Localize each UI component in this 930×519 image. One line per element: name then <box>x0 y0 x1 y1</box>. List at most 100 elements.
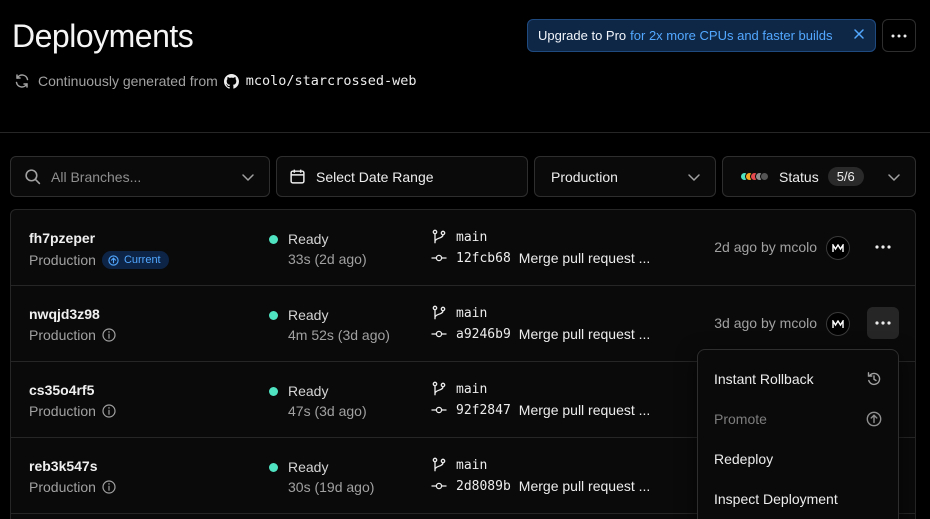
environment-select[interactable]: Production <box>534 156 716 197</box>
deployment-commit[interactable]: 12fcb68 Merge pull request ... <box>431 250 650 266</box>
git-branch-icon <box>432 381 446 396</box>
environment-label: Production <box>29 403 96 419</box>
upgrade-text: for 2x more CPUs and faster builds <box>630 28 833 43</box>
menu-item-label: Instant Rollback <box>714 371 814 387</box>
git-branch-icon <box>432 305 446 320</box>
deployment-id[interactable]: cs35o4rf5 <box>29 382 94 398</box>
user-logo-icon <box>832 319 844 328</box>
arrow-up-circle-icon <box>108 254 119 266</box>
deployment-status: Ready <box>269 459 328 475</box>
row-actions-button[interactable] <box>867 231 899 263</box>
source-label: Continuously generated from <box>38 73 218 89</box>
deployment-environment: Production <box>29 327 116 343</box>
branch-name: main <box>456 229 488 245</box>
commit-message: Merge pull request ... <box>518 326 651 342</box>
deployment-environment: Production Current <box>29 251 169 269</box>
deployment-branch[interactable]: main <box>431 457 487 473</box>
deployment-id[interactable]: fh7pzeper <box>29 230 95 246</box>
deployment-id[interactable]: reb3k547s <box>29 458 98 474</box>
close-icon[interactable] <box>852 27 866 41</box>
status-filter[interactable]: Status 5/6 <box>722 156 916 197</box>
date-range-picker[interactable]: Select Date Range <box>276 156 528 197</box>
menu-item-inspect-deployment[interactable]: Inspect Deployment <box>698 479 898 519</box>
deployment-id[interactable]: nwqjd3z98 <box>29 306 100 322</box>
deployment-row[interactable]: fh7pzeper Production Current Ready 33s (… <box>11 210 915 286</box>
commit-message: Merge pull request ... <box>518 478 651 494</box>
chevron-down-icon <box>242 174 254 182</box>
status-text: Ready <box>288 383 329 399</box>
deployment-duration: 47s (3d ago) <box>288 403 367 419</box>
deployment-commit[interactable]: 2d8089b Merge pull request ... <box>431 478 650 494</box>
menu-item-label: Redeploy <box>714 451 774 467</box>
date-range-label: Select Date Range <box>316 168 434 185</box>
chevron-down-icon <box>888 174 900 182</box>
status-count-badge: 5/6 <box>827 167 864 186</box>
deployment-status: Ready <box>269 231 328 247</box>
user-logo-icon <box>832 243 844 252</box>
commit-sha: 12fcb68 <box>456 250 511 266</box>
deployment-duration: 30s (19d ago) <box>288 479 375 495</box>
status-dots <box>740 172 769 181</box>
menu-item-label: Promote <box>714 411 767 427</box>
commit-sha: a9246b9 <box>456 326 511 342</box>
avatar <box>826 312 850 336</box>
deployment-status: Ready <box>269 307 328 323</box>
branch-name: main <box>456 457 488 473</box>
github-icon <box>223 73 239 89</box>
deployment-branch[interactable]: main <box>431 305 487 321</box>
deployment-age: 3d ago by mcolo <box>714 315 817 331</box>
git-branch-icon <box>432 229 446 244</box>
ready-dot <box>269 310 278 320</box>
deployment-duration: 33s (2d ago) <box>288 251 367 267</box>
source-line: Continuously generated from mcolo/starcr… <box>14 73 416 89</box>
row-actions-button[interactable] <box>867 307 899 339</box>
branch-name: main <box>456 305 488 321</box>
environment-label: Production <box>29 327 96 343</box>
environment-label: Production <box>29 479 96 495</box>
deployment-age: 2d ago by mcolo <box>714 239 817 255</box>
ready-dot <box>269 234 278 244</box>
menu-item-label: Inspect Deployment <box>714 491 838 507</box>
rollback-icon <box>867 372 881 386</box>
ellipsis-icon <box>875 245 891 249</box>
git-commit-icon <box>431 406 447 414</box>
info-icon[interactable] <box>102 480 116 494</box>
branch-name: main <box>456 381 488 397</box>
menu-item-promote[interactable]: Promote <box>698 399 898 439</box>
branch-search-input[interactable]: All Branches... <box>10 156 270 197</box>
ellipsis-icon <box>891 34 907 37</box>
info-icon[interactable] <box>102 328 116 342</box>
deployment-branch[interactable]: main <box>431 381 487 397</box>
refresh-icon <box>15 74 29 88</box>
git-commit-icon <box>431 330 447 338</box>
commit-sha: 92f2847 <box>456 402 511 418</box>
status-dot-canceled <box>760 172 769 181</box>
commit-message: Merge pull request ... <box>518 250 651 266</box>
deployment-actions-menu: Instant Rollback Promote Redeploy Inspec… <box>697 349 899 519</box>
deployment-commit[interactable]: a9246b9 Merge pull request ... <box>431 326 650 342</box>
deployment-commit[interactable]: 92f2847 Merge pull request ... <box>431 402 650 418</box>
git-commit-icon <box>431 482 447 490</box>
deployment-environment: Production <box>29 403 116 419</box>
menu-item-redeploy[interactable]: Redeploy <box>698 439 898 479</box>
ready-dot <box>269 462 278 472</box>
more-options-button[interactable] <box>882 19 916 52</box>
git-commit-icon <box>431 254 447 262</box>
menu-item-instant-rollback[interactable]: Instant Rollback <box>698 359 898 399</box>
deployment-duration: 4m 52s (3d ago) <box>288 327 390 343</box>
repo-link[interactable]: mcolo/starcrossed-web <box>246 73 417 89</box>
calendar-icon <box>290 169 305 184</box>
info-icon[interactable] <box>102 404 116 418</box>
page-title: Deployments <box>12 18 194 54</box>
promote-icon <box>866 411 882 427</box>
current-badge: Current <box>101 251 169 269</box>
environment-label: Production <box>29 252 96 268</box>
deployment-branch[interactable]: main <box>431 229 487 245</box>
commit-message: Merge pull request ... <box>518 402 651 418</box>
ready-dot <box>269 386 278 396</box>
environment-value: Production <box>551 168 618 185</box>
upgrade-banner[interactable]: Upgrade to Pro for 2x more CPUs and fast… <box>527 19 876 52</box>
deployment-environment: Production <box>29 479 116 495</box>
header-divider <box>0 132 930 133</box>
status-text: Ready <box>288 307 329 323</box>
